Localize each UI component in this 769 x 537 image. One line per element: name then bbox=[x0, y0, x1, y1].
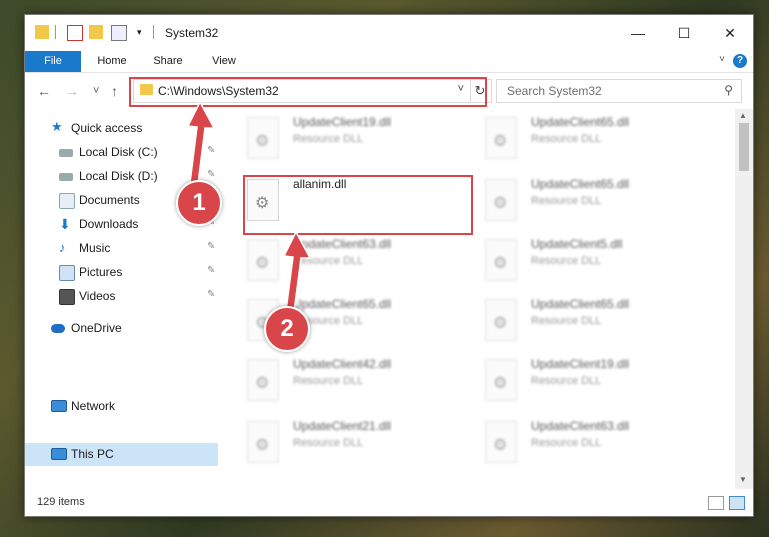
arrow-1 bbox=[186, 100, 216, 185]
annotation-overlay bbox=[186, 100, 312, 313]
callout-2: 2 bbox=[264, 306, 310, 352]
arrow-2 bbox=[282, 230, 312, 313]
callout-1: 1 bbox=[176, 180, 222, 226]
